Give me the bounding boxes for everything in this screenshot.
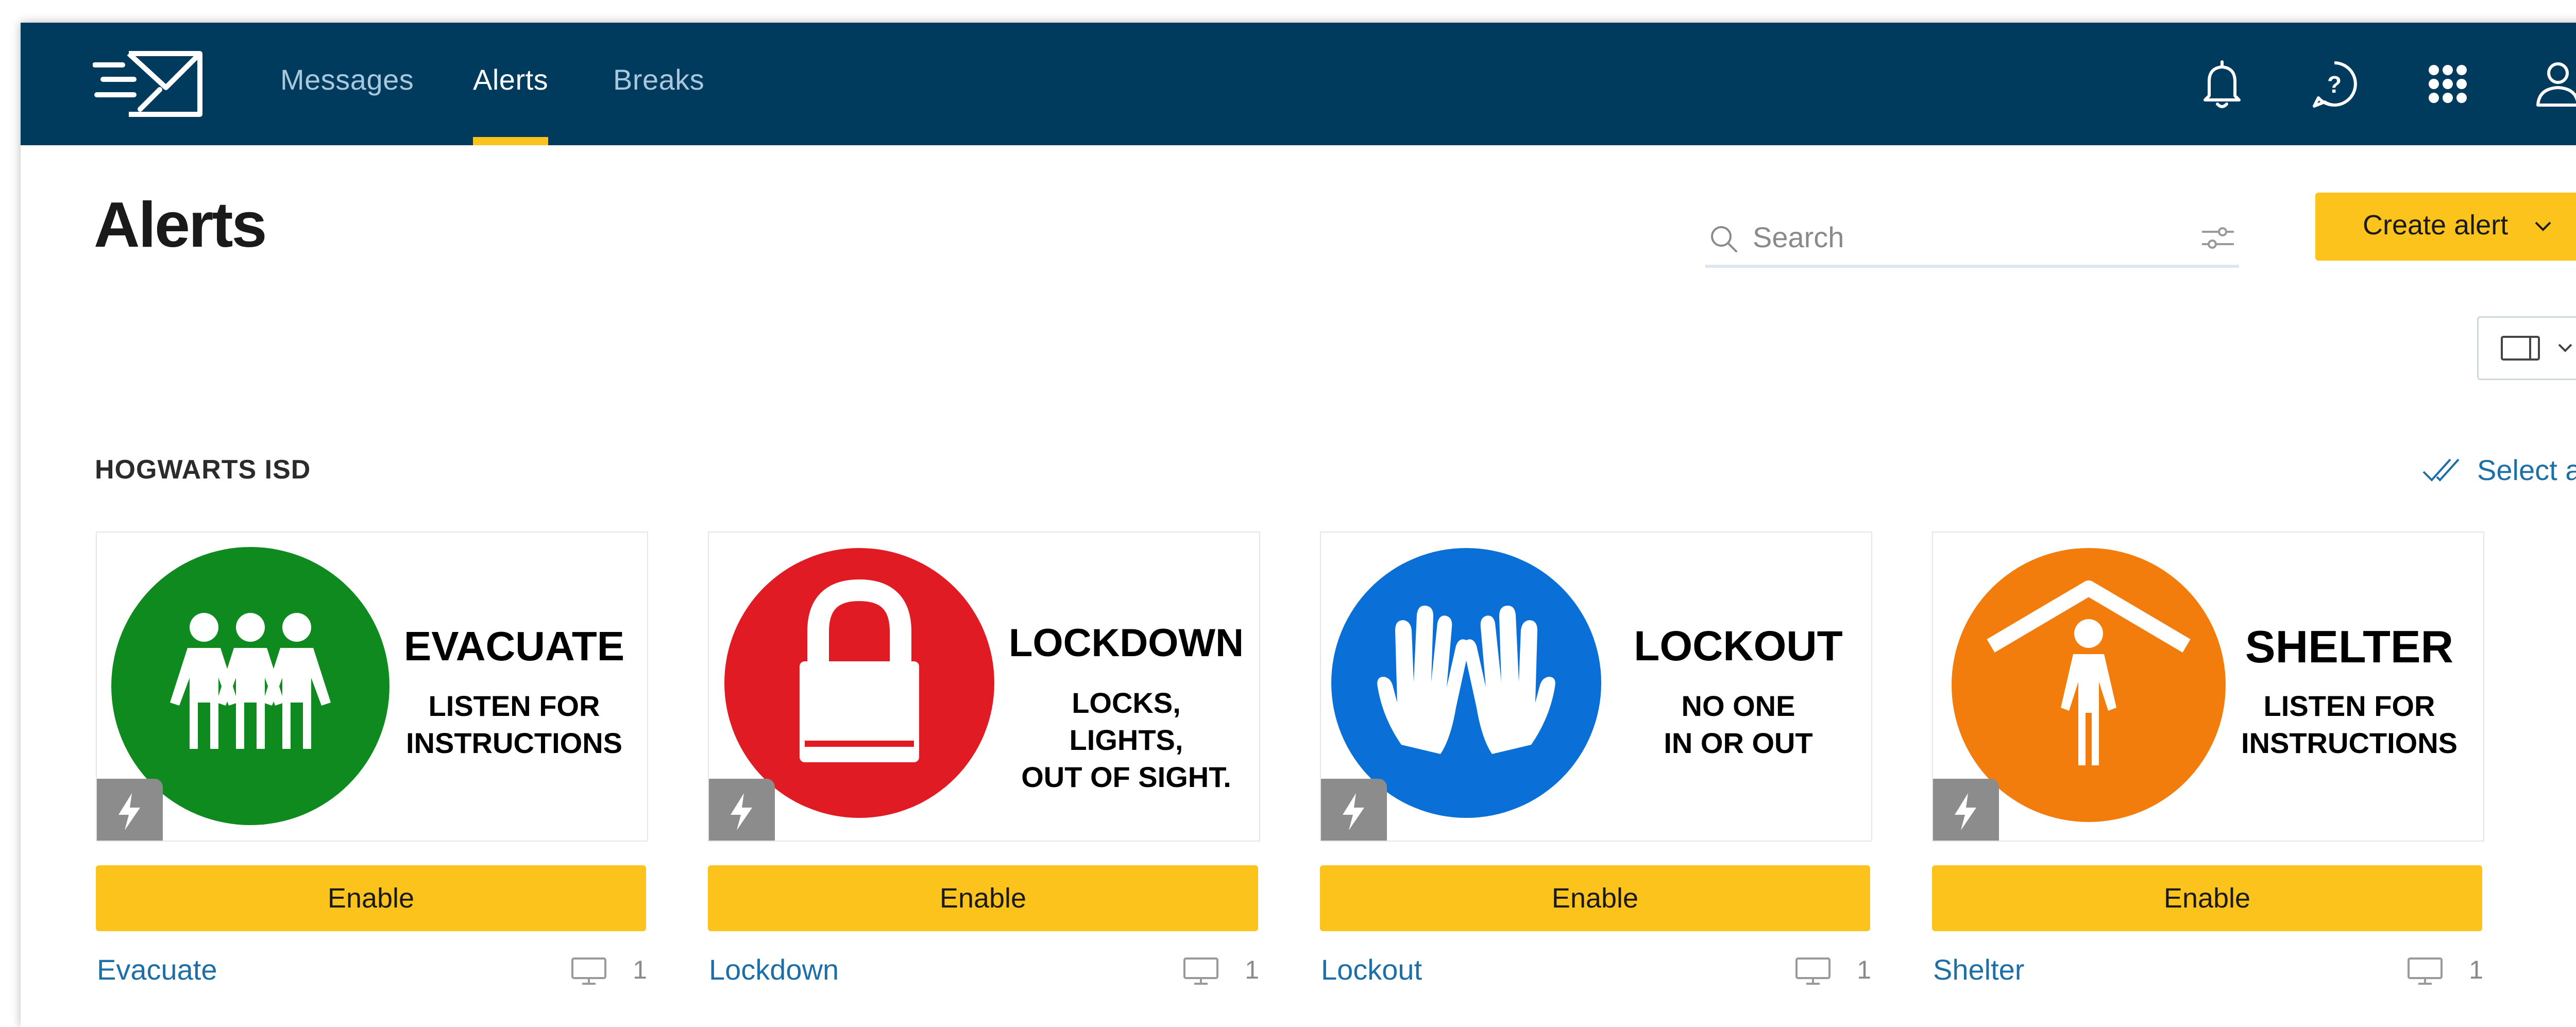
lightning-bolt-icon [1343,793,1364,830]
nav-link-messages[interactable]: Messages [280,63,414,96]
search-input[interactable] [1752,217,2156,256]
page-title: Alerts [94,190,267,261]
alert-image-lockdown[interactable]: LOCKDOWN LOCKS, LIGHTS, OUT OF SIGHT. [708,532,1260,842]
lightning-bolt-icon [118,793,140,830]
alert-name-evacuate[interactable]: Evacuate [97,953,217,986]
double-check-icon [2422,458,2460,482]
enable-button-lockout[interactable]: Enable [1320,865,1870,931]
alert-image-lockout[interactable]: LOCKOUT NO ONE IN OR OUT [1320,532,1872,842]
sign-line: IN OR OUT [1664,727,1812,759]
search-icon [1711,226,1737,252]
lightning-bolt-icon [731,793,752,830]
select-all-button[interactable]: Select all [2421,452,2576,489]
bell-icon[interactable] [2194,56,2250,112]
enable-button-shelter[interactable]: Enable [1932,865,2482,931]
alert-card-lockdown: LOCKDOWN LOCKS, LIGHTS, OUT OF SIGHT. En… [708,532,1260,1016]
lightning-bolt-icon [1955,793,1976,830]
alert-image-evacuate[interactable]: EVACUATE LISTEN FOR INSTRUCTIONS [96,532,648,842]
top-nav: Messages Alerts Breaks ? [21,23,2576,145]
help-icon[interactable]: ? [2306,56,2363,112]
device-count-value: 1 [633,955,647,984]
enable-button-evacuate[interactable]: Enable [96,865,646,931]
nav-link-alerts[interactable]: Alerts [473,63,548,96]
select-all-label: Select all [2477,454,2576,486]
sign-line: LIGHTS, [1070,724,1183,756]
monitor-icon [1183,957,1218,985]
device-count-value: 1 [1245,955,1259,984]
sign-heading-shelter: SHELTER [2245,621,2453,672]
sign-line: LISTEN FOR [429,690,600,722]
filter-sliders-icon[interactable] [2200,222,2236,253]
sign-heading-lockdown: LOCKDOWN [1009,621,1244,665]
sign-heading-lockout: LOCKOUT [1634,623,1842,670]
device-count: 1 [1795,955,1872,988]
alert-name-lockout[interactable]: Lockout [1321,953,1422,986]
quick-alert-badge [1321,779,1387,841]
monitor-icon [1795,957,1831,985]
chevron-down-icon [2558,344,2572,352]
alert-image-shelter[interactable]: SHELTER LISTEN FOR INSTRUCTIONS [1932,532,2484,842]
envelope-logo-icon[interactable] [93,47,206,119]
lockout-circle [1331,548,1601,818]
device-count: 1 [2407,955,2484,988]
alert-card-shelter: SHELTER LISTEN FOR INSTRUCTIONS Enable S… [1932,532,2484,1016]
sign-heading-evacuate: EVACUATE [404,623,624,669]
monitor-icon [571,957,606,985]
active-tab-indicator [473,137,548,145]
quick-alert-badge [97,779,163,841]
quick-alert-badge [709,779,775,841]
sign-line: LISTEN FOR [2264,690,2435,722]
sign-line: INSTRUCTIONS [2241,727,2458,759]
quick-alert-badge [1933,779,1999,841]
display-view-icon [2501,336,2540,361]
monitor-icon [2408,957,2443,985]
nav-link-breaks[interactable]: Breaks [613,63,704,96]
group-title: HOGWARTS ISD [95,455,311,485]
user-icon[interactable] [2530,56,2576,112]
sign-line: NO ONE [1682,690,1795,722]
create-alert-button[interactable]: Create alert [2315,193,2576,261]
enable-button-lockdown[interactable]: Enable [708,865,1258,931]
alert-name-shelter[interactable]: Shelter [1933,953,2024,986]
device-count: 1 [1183,955,1260,988]
sign-line: INSTRUCTIONS [406,727,622,759]
apps-grid-icon[interactable] [2419,56,2476,112]
device-count: 1 [571,955,648,988]
sign-line: OUT OF SIGHT. [1021,761,1231,793]
device-count-value: 1 [2469,955,2483,984]
sign-line: LOCKS, [1072,687,1181,719]
svg-text:?: ? [2327,71,2342,98]
view-mode-dropdown[interactable] [2477,316,2576,380]
create-alert-label: Create alert [2363,210,2509,241]
alert-name-lockdown[interactable]: Lockdown [709,953,839,986]
app-window: Messages Alerts Breaks ? Alerts Search C… [21,23,2576,1027]
chevron-down-icon [2535,221,2551,231]
search-box[interactable] [1705,208,2239,268]
alert-card-evacuate: EVACUATE LISTEN FOR INSTRUCTIONS Enable … [96,532,648,1016]
device-count-value: 1 [1857,955,1871,984]
alert-card-lockout: LOCKOUT NO ONE IN OR OUT Enable Lockout … [1320,532,1872,1016]
